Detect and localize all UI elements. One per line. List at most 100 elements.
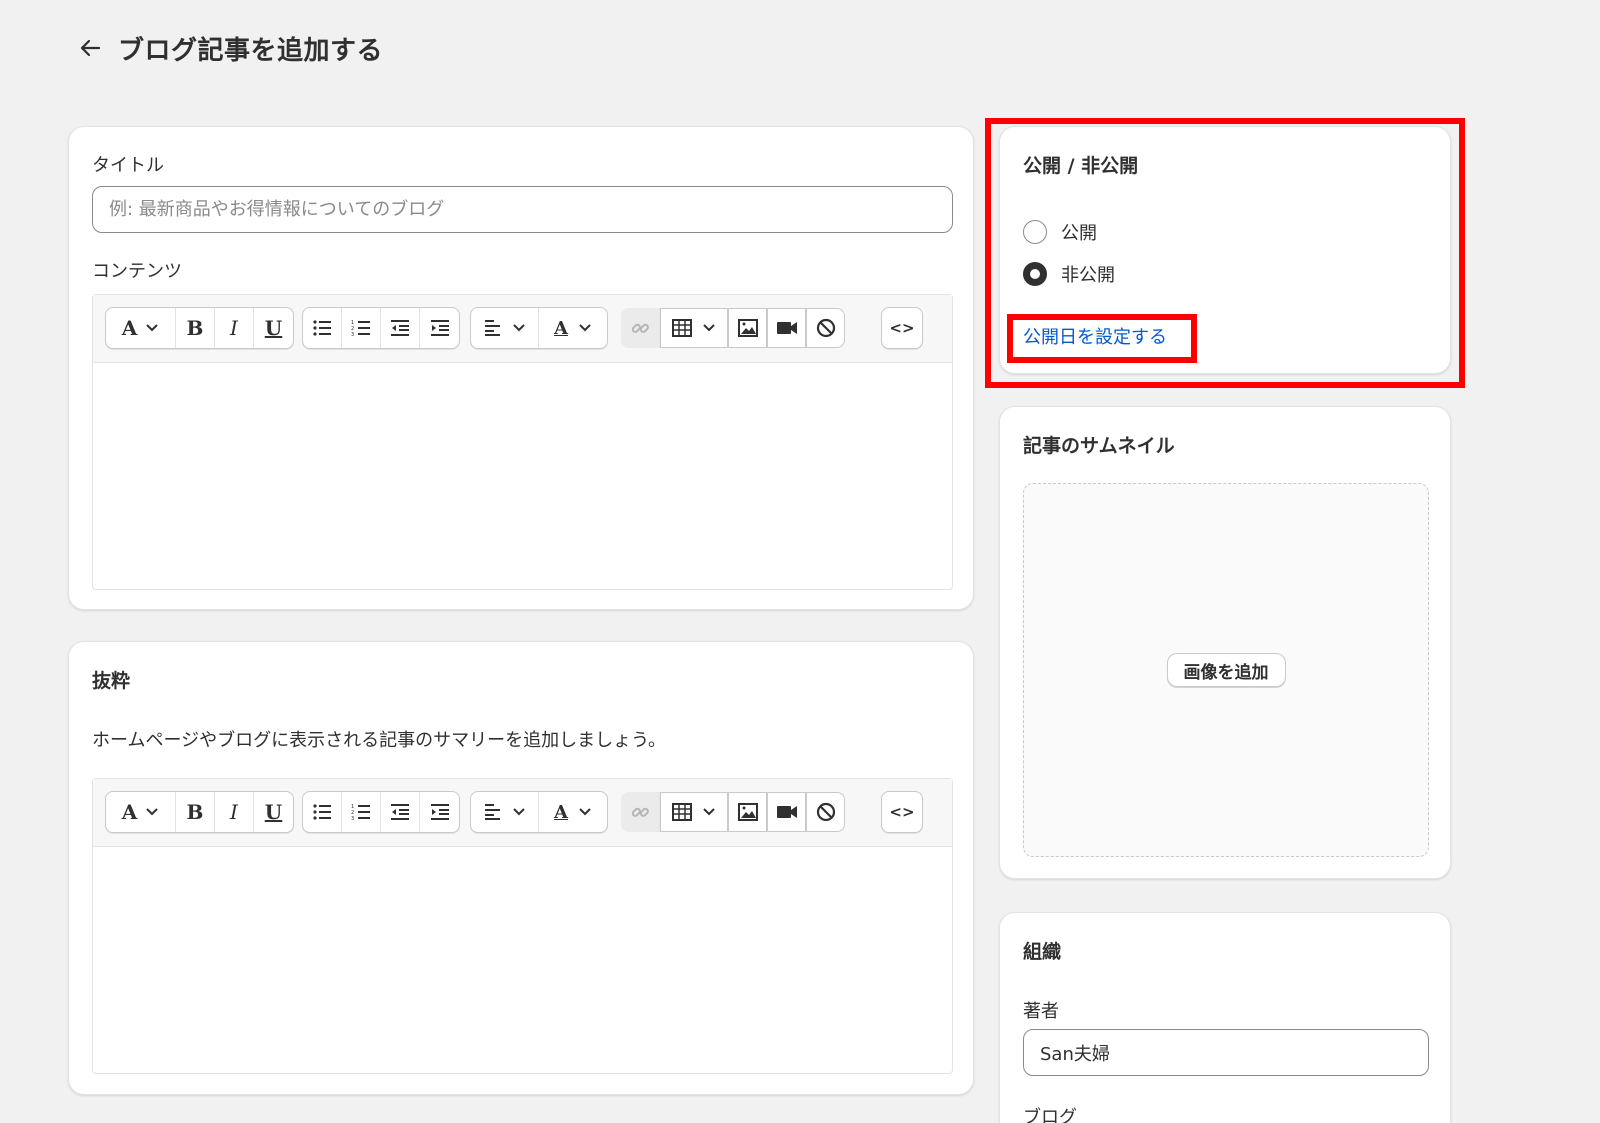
font-group: A B I U	[105, 307, 294, 349]
numbered-list-icon: 123	[351, 320, 370, 337]
clear-format-button[interactable]	[806, 308, 845, 348]
list-group: 123	[302, 791, 460, 833]
radio-private-label: 非公開	[1061, 265, 1115, 286]
radio-private-circle[interactable]	[1023, 262, 1047, 286]
font-label: A	[121, 316, 138, 340]
bold-button[interactable]: B	[176, 308, 215, 348]
table-dropdown[interactable]	[660, 792, 728, 832]
excerpt-description: ホームページやブログに表示される記事のサマリーを追加しましょう。	[92, 730, 667, 751]
bullet-list-icon	[313, 320, 331, 336]
text-color-dropdown[interactable]: A	[539, 792, 607, 832]
video-camera-icon	[776, 806, 797, 818]
radio-public[interactable]: 公開	[1023, 219, 1097, 245]
link-button[interactable]	[621, 308, 660, 348]
arrow-left-icon	[80, 39, 101, 57]
chevron-down-icon	[579, 808, 591, 816]
underline-button[interactable]: U	[254, 792, 293, 832]
main-card: タイトル コンテンツ A B I U 123	[68, 126, 974, 610]
font-dropdown[interactable]: A	[106, 308, 176, 348]
indent-button[interactable]	[420, 308, 459, 348]
video-button[interactable]	[767, 308, 806, 348]
video-button[interactable]	[767, 792, 806, 832]
numbered-list-button[interactable]: 123	[342, 308, 381, 348]
content-toolbar: A B I U 123 A <>	[93, 295, 952, 363]
align-group: A	[470, 307, 608, 349]
text-color-label: A	[554, 801, 568, 823]
link-button[interactable]	[621, 792, 660, 832]
page-title: ブログ記事を追加する	[118, 35, 384, 66]
content-label: コンテンツ	[92, 261, 182, 282]
add-image-button[interactable]: 画像を追加	[1166, 653, 1286, 687]
insert-group	[620, 791, 846, 833]
title-label: タイトル	[92, 155, 164, 176]
indent-icon	[430, 320, 449, 336]
back-button[interactable]	[76, 34, 104, 62]
image-button[interactable]	[728, 308, 767, 348]
bullet-list-button[interactable]	[303, 792, 342, 832]
video-camera-icon	[776, 322, 797, 334]
organization-card: 組織 著者 ブログ	[999, 912, 1451, 1123]
indent-button[interactable]	[420, 792, 459, 832]
numbered-list-button[interactable]: 123	[342, 792, 381, 832]
align-left-icon	[484, 320, 500, 336]
html-button[interactable]: <>	[882, 792, 922, 832]
table-dropdown[interactable]	[660, 308, 728, 348]
chevron-down-icon	[146, 324, 158, 332]
font-dropdown[interactable]: A	[106, 792, 176, 832]
author-label: 著者	[1023, 1001, 1059, 1022]
image-icon	[737, 319, 758, 337]
font-label: A	[121, 800, 138, 824]
underline-button[interactable]: U	[254, 308, 293, 348]
thumbnail-heading: 記事のサムネイル	[1023, 435, 1175, 457]
author-input[interactable]	[1023, 1029, 1429, 1076]
visibility-heading: 公開 / 非公開	[1023, 155, 1139, 177]
excerpt-card: 抜粋 ホームページやブログに表示される記事のサマリーを追加しましょう。 A B …	[68, 641, 974, 1095]
chevron-down-icon	[512, 324, 525, 332]
chevron-down-icon	[703, 808, 715, 816]
radio-private[interactable]: 非公開	[1023, 261, 1115, 287]
organization-heading: 組織	[1023, 941, 1062, 963]
html-group: <>	[881, 791, 923, 833]
clear-format-button[interactable]	[806, 792, 845, 832]
bullet-list-button[interactable]	[303, 308, 342, 348]
outdent-icon	[391, 804, 409, 820]
numbered-list-icon: 123	[351, 804, 370, 821]
blog-label: ブログ	[1023, 1107, 1077, 1123]
image-icon	[737, 803, 758, 821]
indent-icon	[430, 804, 449, 820]
html-group: <>	[881, 307, 923, 349]
radio-public-label: 公開	[1061, 223, 1097, 244]
excerpt-toolbar: A B I U 123 A <>	[93, 779, 952, 847]
font-group: A B I U	[105, 791, 294, 833]
text-color-dropdown[interactable]: A	[539, 308, 607, 348]
link-icon	[631, 807, 649, 817]
text-color-label: A	[554, 317, 568, 339]
outdent-button[interactable]	[381, 308, 420, 348]
content-editor: A B I U 123 A <>	[92, 294, 953, 590]
bold-button[interactable]: B	[176, 792, 215, 832]
bullet-list-icon	[313, 804, 331, 820]
align-dropdown[interactable]	[471, 308, 539, 348]
outdent-button[interactable]	[381, 792, 420, 832]
visibility-card: 公開 / 非公開 公開 非公開 公開日を設定する	[999, 126, 1451, 374]
chevron-down-icon	[146, 808, 158, 816]
excerpt-textarea[interactable]	[93, 847, 952, 1073]
align-left-icon	[484, 804, 500, 820]
svg-text:3: 3	[351, 332, 354, 337]
radio-public-circle[interactable]	[1023, 220, 1047, 244]
title-input[interactable]	[92, 186, 953, 233]
svg-text:3: 3	[351, 816, 354, 821]
html-button[interactable]: <>	[882, 308, 922, 348]
italic-button[interactable]: I	[215, 792, 254, 832]
chevron-down-icon	[703, 324, 715, 332]
align-dropdown[interactable]	[471, 792, 539, 832]
italic-button[interactable]: I	[215, 308, 254, 348]
insert-group	[620, 307, 846, 349]
image-button[interactable]	[728, 792, 767, 832]
excerpt-editor: A B I U 123 A <>	[92, 778, 953, 1074]
image-dropzone[interactable]: 画像を追加	[1023, 483, 1429, 857]
set-publish-date-link[interactable]: 公開日を設定する	[1023, 323, 1167, 349]
outdent-icon	[391, 320, 409, 336]
chevron-down-icon	[512, 808, 525, 816]
content-textarea[interactable]	[93, 363, 952, 589]
